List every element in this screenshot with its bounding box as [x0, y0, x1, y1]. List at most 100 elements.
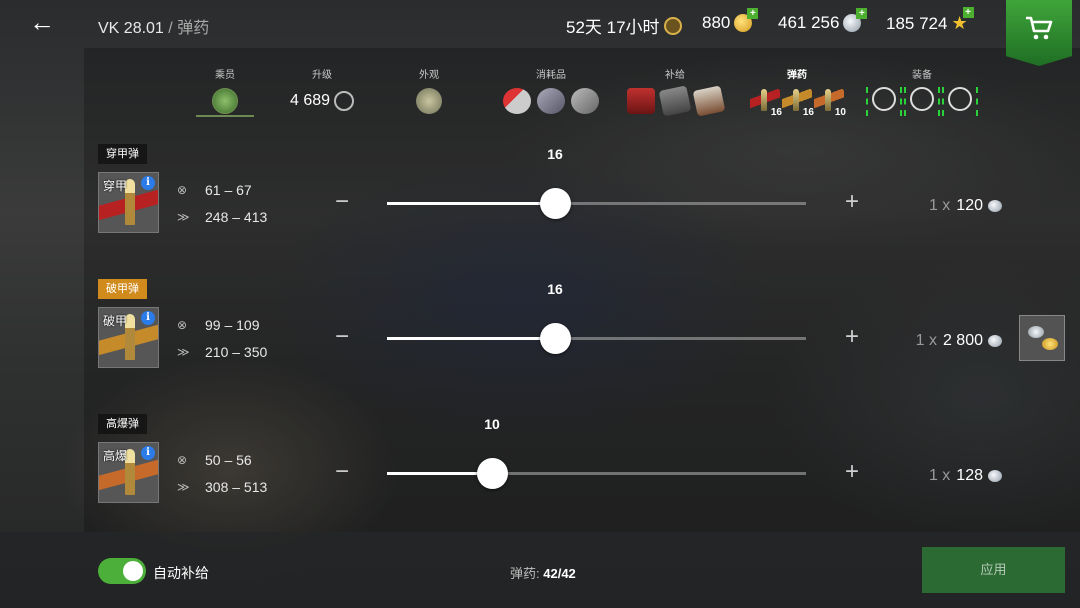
he-shell-count: 10	[834, 107, 846, 118]
shell-type-tag: 穿甲弹	[98, 144, 147, 164]
damage-stat: ⊗ 99 – 109	[177, 317, 260, 333]
damage-stat: ⊗ 50 – 56	[177, 452, 252, 468]
ammo-total-label: 弹药:	[510, 566, 540, 581]
tab-ammo-label: 弹药	[787, 70, 807, 81]
tab-upgrade-label: 升级	[312, 70, 332, 81]
damage-value: 50 – 56	[205, 452, 252, 468]
tab-equipment-label: 装备	[912, 70, 932, 81]
shell-card-label: 破甲	[103, 314, 128, 328]
times-sign: x	[942, 467, 951, 484]
damage-value: 99 – 109	[205, 317, 260, 333]
increase-button[interactable]: +	[837, 323, 867, 353]
slider-thumb[interactable]	[540, 323, 571, 354]
shell-card[interactable]: 穿甲 i	[98, 172, 159, 233]
laurel-icon	[334, 91, 355, 111]
penetration-value: 248 – 413	[205, 209, 268, 225]
increase-button[interactable]: +	[837, 458, 867, 488]
crew-tab-underline	[196, 115, 254, 117]
tab-supplies-label: 补给	[665, 70, 685, 81]
add-silver-icon[interactable]: +	[856, 8, 868, 19]
back-arrow-icon[interactable]: ←	[26, 8, 58, 38]
info-icon[interactable]: i	[141, 311, 155, 325]
shop-button[interactable]	[1006, 0, 1072, 66]
premium-time-value: 52天 17小时	[566, 18, 660, 37]
penetration-stat: ≫ 210 – 350	[177, 344, 267, 360]
penetration-icon: ≫	[177, 210, 190, 224]
free-xp-balance[interactable]: 185 724 ★ +	[886, 7, 974, 34]
damage-value: 61 – 67	[205, 182, 252, 198]
damage-stat: ⊗ 61 – 67	[177, 182, 252, 198]
silver-coin-icon	[988, 335, 1002, 347]
shell-card[interactable]: 破甲 i	[98, 307, 159, 368]
tab-appearance-label: 外观	[419, 70, 439, 81]
penetration-value: 308 – 513	[205, 479, 268, 495]
silver-value: 461 256	[778, 13, 840, 32]
slider-fill	[387, 202, 555, 205]
shell-price: 1 x 2 800	[916, 332, 1002, 350]
silver-coin-icon	[1028, 326, 1044, 338]
top-bar: ← VK 28.01 / 弹药 52天 17小时 880 + 461 256 +…	[0, 0, 1080, 66]
damage-icon: ⊗	[177, 318, 188, 332]
slider-thumb[interactable]	[477, 458, 508, 489]
adrenaline-icon	[537, 88, 565, 114]
tab-bar: 乘员 升级 4 689 外观 消耗品 补给 弹药 16 16 10 装备	[0, 66, 1080, 122]
gold-balance[interactable]: 880 +	[702, 8, 759, 33]
info-icon[interactable]: i	[141, 446, 155, 460]
shell-type-tag: 破甲弹	[98, 279, 147, 299]
tab-consumables[interactable]: 消耗品	[496, 66, 606, 115]
decrease-button[interactable]: −	[327, 458, 357, 488]
silver-coin-icon	[988, 200, 1002, 212]
add-free-xp-icon[interactable]: +	[962, 7, 974, 18]
shell-slider[interactable]	[387, 458, 806, 489]
shopping-cart-icon	[1026, 16, 1053, 40]
info-icon[interactable]: i	[141, 176, 155, 190]
free-xp-value: 185 724	[886, 13, 948, 33]
crosshair-icon	[872, 86, 896, 111]
gold-coin-icon	[1042, 338, 1058, 350]
heat-shell-icon: 16	[782, 88, 814, 118]
tab-supplies[interactable]: 补给	[620, 66, 730, 117]
price-value: 2 800	[942, 332, 983, 349]
free-xp-star-icon: ★ +	[951, 7, 974, 34]
auto-resupply-toggle[interactable]	[98, 558, 146, 584]
speed-icon	[948, 86, 972, 111]
damage-icon: ⊗	[177, 453, 188, 467]
decrease-button[interactable]: −	[327, 188, 357, 218]
penetration-icon: ≫	[177, 345, 190, 359]
swap-currency-button[interactable]	[1019, 315, 1065, 361]
crew-icon	[212, 88, 238, 114]
he-shell-icon: 10	[814, 88, 846, 118]
premium-time[interactable]: 52天 17小时	[566, 13, 682, 38]
slider-thumb[interactable]	[540, 188, 571, 219]
shell-card-label: 高爆	[103, 449, 128, 463]
shell-qty: 1	[928, 467, 938, 484]
damage-icon: ⊗	[177, 183, 188, 197]
shell-count: 16	[547, 146, 563, 162]
auto-resupply-label: 自动补给	[153, 565, 209, 581]
times-sign: x	[942, 197, 951, 214]
fire-extinguisher-icon	[571, 88, 599, 114]
shell-count: 16	[547, 281, 563, 297]
tab-upgrade[interactable]: 升级 4 689	[282, 66, 362, 115]
increase-button[interactable]: +	[837, 188, 867, 218]
tab-equipment[interactable]: 装备	[866, 66, 978, 116]
shell-slider[interactable]	[387, 323, 806, 354]
heat-shell-count: 16	[802, 107, 814, 118]
gold-value: 880	[702, 13, 731, 32]
add-gold-icon[interactable]: +	[747, 8, 759, 19]
premium-account-icon	[663, 16, 682, 35]
tab-appearance[interactable]: 外观	[400, 66, 458, 115]
shell-count: 10	[484, 416, 500, 432]
apply-button[interactable]: 应用	[922, 547, 1065, 593]
shell-slider[interactable]	[387, 188, 806, 219]
armor-plate-icon	[658, 85, 692, 117]
decrease-button[interactable]: −	[327, 323, 357, 353]
slider-fill	[387, 337, 555, 340]
shell-type-tag: 高爆弹	[98, 414, 147, 434]
tab-crew[interactable]: 乘员	[196, 66, 254, 115]
shell-qty: 1	[928, 197, 938, 214]
tab-ammo[interactable]: 弹药 16 16 10	[744, 66, 850, 118]
repair-kit-icon	[503, 88, 531, 114]
silver-balance[interactable]: 461 256 +	[778, 8, 868, 33]
shell-card[interactable]: 高爆 i	[98, 442, 159, 503]
